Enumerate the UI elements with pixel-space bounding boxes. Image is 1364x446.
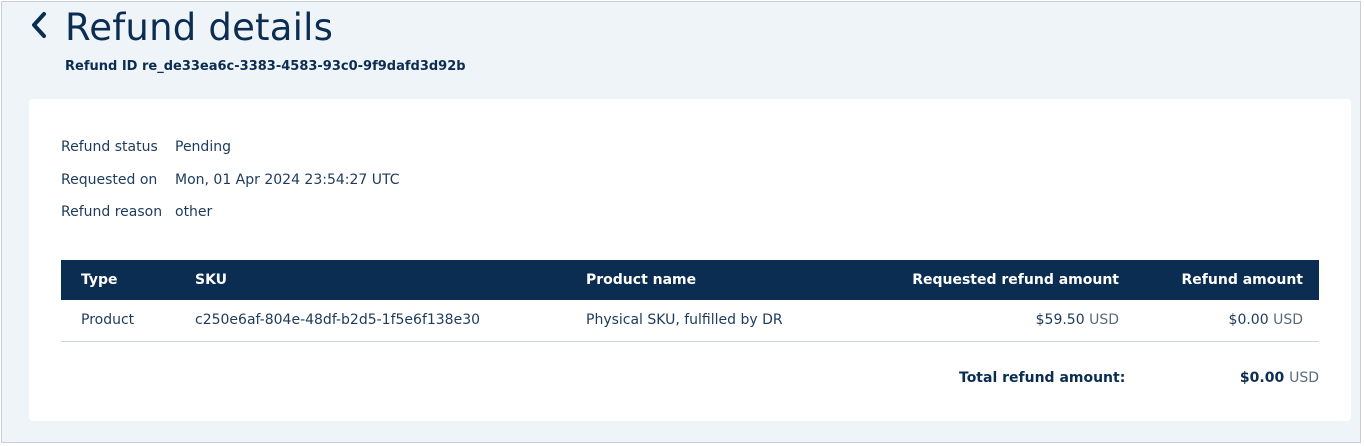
column-header-refund-amount: Refund amount [1181, 272, 1303, 288]
column-header-sku: SKU [195, 272, 228, 288]
info-label: Requested on [61, 172, 158, 188]
info-value: Mon, 01 Apr 2024 23:54:27 UTC [175, 172, 400, 188]
info-label: Refund reason [61, 204, 163, 220]
page-frame: Refund details Refund ID re_de33ea6c-338… [1, 1, 1361, 443]
amount-value: $59.50 [1035, 312, 1085, 328]
info-row-reason: Refund reason other [61, 204, 212, 220]
refund-card: Refund status Pending Requested on Mon, 01… [29, 99, 1351, 421]
back-button[interactable] [26, 8, 52, 42]
table-row: Product c250e6af-804e-48df-b2d5-1f5e6f13… [61, 300, 1319, 342]
refund-id: Refund ID re_de33ea6c-3383-4583-93c0-9f9… [65, 59, 466, 74]
currency-code: USD [1273, 312, 1303, 328]
info-label: Refund status [61, 139, 158, 155]
column-header-product-name: Product name [586, 272, 697, 288]
info-value: Pending [175, 139, 231, 155]
cell-product-name: Physical SKU, fulfilled by DR [586, 312, 783, 328]
info-row-requested-on: Requested on Mon, 01 Apr 2024 23:54:27 UT… [61, 172, 400, 188]
info-value: other [175, 204, 213, 220]
refund-items-table: Type SKU Product name Requested refund a… [61, 260, 1319, 342]
column-header-type: Type [81, 272, 118, 288]
currency-code: USD [1289, 370, 1319, 386]
cell-requested-amount: $59.50 USD [1036, 300, 1119, 340]
info-row-status: Refund status Pending [61, 139, 231, 155]
total-refund-label: Total refund amount: [959, 370, 1126, 386]
amount-value: $0.00 [1228, 312, 1269, 328]
total-refund-amount: $0.00 USD [1240, 370, 1319, 386]
table-header: Type SKU Product name Requested refund a… [61, 260, 1319, 300]
cell-refund-amount: $0.00 USD [1229, 300, 1303, 340]
page-title: Refund details [65, 6, 334, 49]
currency-code: USD [1089, 312, 1119, 328]
cell-type: Product [81, 312, 135, 328]
cell-sku: c250e6af-804e-48df-b2d5-1f5e6f138e30 [195, 312, 481, 328]
column-header-requested-amount: Requested refund amount [912, 272, 1119, 288]
total-amount-value: $0.00 [1239, 370, 1285, 386]
chevron-left-icon [32, 12, 46, 38]
